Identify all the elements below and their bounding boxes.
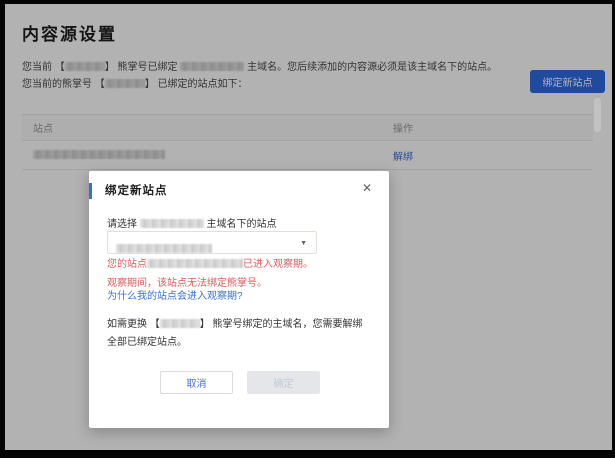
title-accent-bar [89,183,92,199]
confirm-button[interactable]: 确定 [247,371,320,394]
redacted-account-name [159,319,200,328]
select-label-seg-a: 请选择 [107,219,140,230]
redacted-domain-name [139,219,204,228]
site-select-dropdown[interactable]: ▼ [107,231,317,254]
redacted-site-url [147,259,243,268]
warning1-seg-a: 您的站点 [107,259,147,270]
dialog-title: 绑定新站点 [105,185,168,197]
warning1-seg-b: 已进入观察期。 [243,259,313,270]
scrollbar-thumb[interactable] [594,98,601,132]
cancel-button[interactable]: 取消 [160,371,233,394]
bind-new-site-dialog: 绑定新站点 ✕ 请选择 主域名下的站点 ▼ 您的站点 已进入观察期。 观察期间，该… [89,171,389,428]
note-seg-a: 如需更换 【 [107,319,160,330]
close-icon[interactable]: ✕ [362,180,372,196]
redacted-selected-site [116,244,212,253]
warning-line-1: 您的站点 已进入观察期。 [107,255,313,270]
note-text: 如需更换 【】 熊掌号绑定的主域名，您需要解绑全部已绑定站点。 [107,316,371,352]
select-label: 请选择 主域名下的站点 [107,215,277,230]
observation-period-help-link[interactable]: 为什么我的站点会进入观察期? [107,287,243,302]
app-screen: 内容源设置 您当前 【】 熊掌号已绑定 主域名。您后续添加的内容源必须是该主域名… [5,4,612,450]
chevron-down-icon: ▼ [300,240,307,247]
select-label-seg-b: 主域名下的站点 [203,219,277,230]
